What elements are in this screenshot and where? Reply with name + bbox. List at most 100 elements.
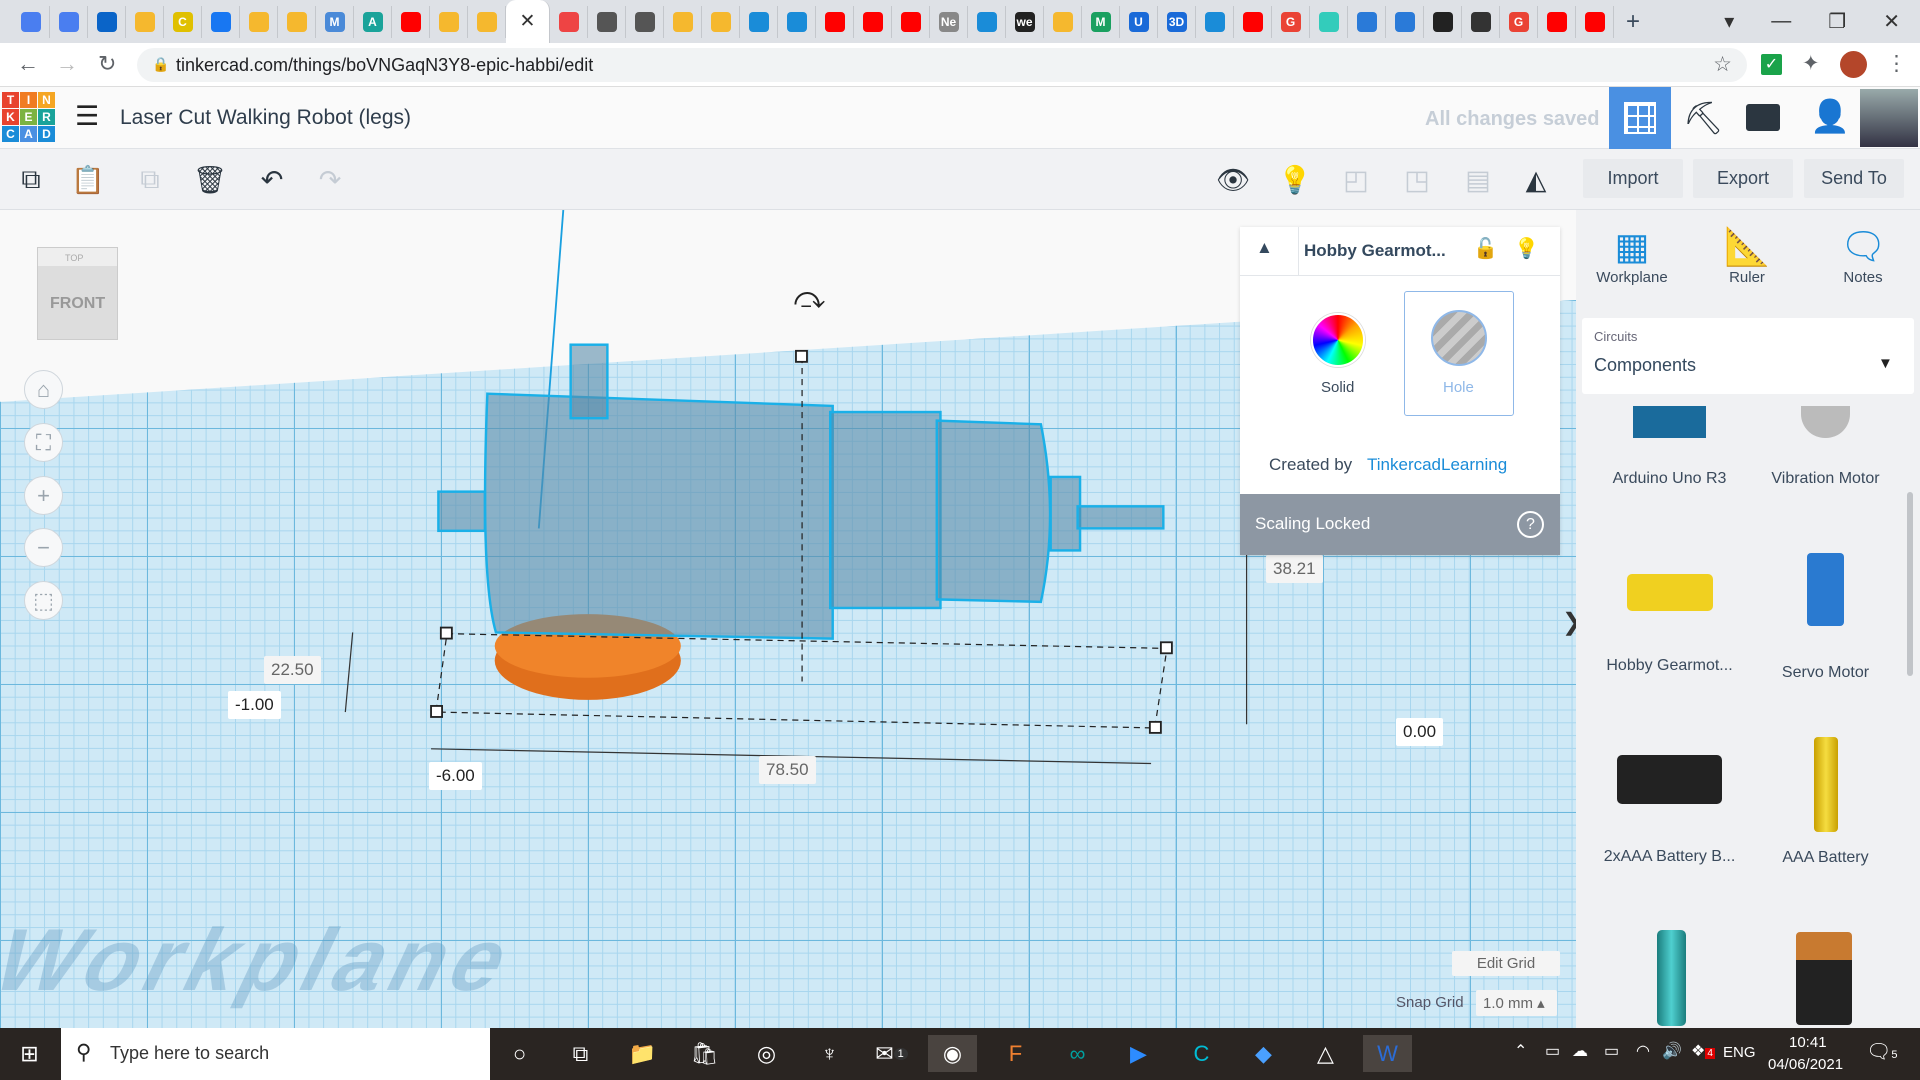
tab-c-logo[interactable]: C <box>164 5 202 38</box>
tab-youtube[interactable] <box>1538 5 1576 38</box>
briefcase-icon[interactable] <box>1746 104 1780 131</box>
tab-robot[interactable] <box>278 5 316 38</box>
extensions-puzzle-icon[interactable]: ✦ <box>1802 51 1820 76</box>
tab-m-hex[interactable]: M <box>316 5 354 38</box>
tab-google[interactable]: G <box>1272 5 1310 38</box>
fusion-icon[interactable]: F <box>991 1035 1040 1072</box>
back-button[interactable]: ← <box>17 51 39 77</box>
predator-icon[interactable]: ♆ <box>805 1035 854 1072</box>
tab-youtube[interactable] <box>854 5 892 38</box>
copy-icon[interactable]: ⧉ <box>10 159 52 201</box>
tab-youtube[interactable] <box>892 5 930 38</box>
tab-t-circle[interactable] <box>1196 5 1234 38</box>
tab-layers[interactable] <box>1348 5 1386 38</box>
tab-ne[interactable]: Ne <box>930 5 968 38</box>
battery-icon[interactable]: ▭ <box>1604 1041 1619 1061</box>
import-button[interactable]: Import <box>1583 159 1683 198</box>
component-arduino[interactable]: Arduino Uno R3 <box>1591 406 1748 488</box>
tab-3d[interactable]: 3D <box>1158 5 1196 38</box>
tab-t-circle[interactable] <box>740 5 778 38</box>
length-dimension-label[interactable]: 78.50 <box>759 756 816 784</box>
author-link[interactable]: TinkercadLearning <box>1367 455 1507 475</box>
language-indicator[interactable]: ENG <box>1723 1044 1756 1061</box>
tab-italic[interactable] <box>1424 5 1462 38</box>
tab-u-blue[interactable]: U <box>1120 5 1158 38</box>
undo-icon[interactable]: ↶ <box>251 159 293 201</box>
user-avatar[interactable] <box>1860 89 1918 147</box>
show-all-eye-icon[interactable]: 👁 <box>1212 159 1254 201</box>
tab-facebook[interactable] <box>202 5 240 38</box>
design-list-icon[interactable]: ☰ <box>75 101 99 132</box>
hole-option[interactable]: Hole <box>1404 291 1514 416</box>
collapse-triangle-icon[interactable]: ▲ <box>1256 238 1273 258</box>
duplicate-icon[interactable]: ⧉ <box>129 159 171 201</box>
arduino-icon[interactable]: ∞ <box>1053 1035 1102 1072</box>
extension-check-icon[interactable]: ✓ <box>1761 54 1782 75</box>
unlock-icon[interactable]: 🔓 <box>1473 236 1498 261</box>
tab-robot[interactable] <box>126 5 164 38</box>
onedrive-icon[interactable]: ☁ <box>1572 1041 1588 1061</box>
component-li-ion-battery[interactable] <box>1657 930 1686 1026</box>
tab-layers[interactable] <box>1386 5 1424 38</box>
tab-autodesk[interactable]: A <box>354 5 392 38</box>
export-button[interactable]: Export <box>1693 159 1793 198</box>
tab-youtube[interactable] <box>1234 5 1272 38</box>
meet-now-icon[interactable]: ▭ <box>1545 1041 1560 1061</box>
url-input[interactable]: 🔒 tinkercad.com/things/boVNGaqN3Y8-epic-… <box>137 48 1747 82</box>
tab-bug[interactable] <box>1462 5 1500 38</box>
component-vibration-motor[interactable]: Vibration Motor <box>1747 406 1904 488</box>
delete-trash-icon[interactable]: 🗑 <box>189 159 231 201</box>
tab-tinkercad[interactable] <box>550 5 588 38</box>
mail-icon[interactable]: ✉ 1 <box>867 1035 916 1072</box>
windows-start-icon[interactable]: ⊞ <box>5 1035 54 1072</box>
tab-t-circle[interactable] <box>968 5 1006 38</box>
tab-robot[interactable] <box>1044 5 1082 38</box>
store-icon[interactable]: 🛍 <box>680 1035 729 1072</box>
tab-search-icon[interactable]: ▾ <box>1724 9 1734 34</box>
tab-robot[interactable] <box>430 5 468 38</box>
tab-we[interactable]: we <box>1006 5 1044 38</box>
notes-tool[interactable]: 🗨 Notes <box>1814 225 1912 286</box>
design-title[interactable]: Laser Cut Walking Robot (legs) <box>120 106 411 130</box>
workplane-tool[interactable]: ▦ Workplane <box>1583 225 1681 286</box>
dropbox-icon[interactable]: ❖ 4 <box>1691 1041 1715 1061</box>
pickaxe-icon[interactable]: ⛏ <box>1683 99 1724 137</box>
tab-globe[interactable] <box>588 5 626 38</box>
tab-cube[interactable] <box>1310 5 1348 38</box>
volume-icon[interactable]: 🔊 <box>1662 1041 1682 1061</box>
lightbulb-visibility-icon[interactable]: 💡 <box>1514 236 1539 261</box>
tinkercad-logo[interactable]: TIN KER CAD <box>2 92 55 142</box>
tab-t-circle[interactable] <box>778 5 816 38</box>
tab-robot[interactable] <box>468 5 506 38</box>
shape-name[interactable]: Hobby Gearmot... <box>1304 241 1446 261</box>
browser-menu-icon[interactable]: ⋮ <box>1886 51 1907 76</box>
reload-button[interactable]: ↻ <box>98 51 116 77</box>
solid-color-swatch[interactable] <box>1311 313 1365 367</box>
group-icon[interactable]: ◰ <box>1335 159 1377 201</box>
triangle-app-icon[interactable]: △ <box>1301 1035 1350 1072</box>
taskbar-search-box[interactable]: ⚲ Type here to search <box>61 1028 490 1080</box>
clock-time[interactable]: 10:41 <box>1789 1034 1827 1051</box>
component-servo-motor[interactable]: Servo Motor <box>1747 553 1904 682</box>
close-window-button[interactable]: ✕ <box>1883 9 1900 34</box>
solid-label[interactable]: Solid <box>1321 379 1354 396</box>
tab-google[interactable]: G <box>1500 5 1538 38</box>
height-dimension-label[interactable]: 22.50 <box>264 656 321 684</box>
component-aaa-battery[interactable]: AAA Battery <box>1747 737 1904 867</box>
tab-youtube[interactable] <box>392 5 430 38</box>
3d-view-button[interactable] <box>1609 87 1671 149</box>
panel-collapse-chevron-icon[interactable]: ❯ <box>1562 608 1576 637</box>
edit-grid-button[interactable]: Edit Grid <box>1452 951 1560 976</box>
steam-icon[interactable]: ◎ <box>742 1035 791 1072</box>
tab-google-translate[interactable] <box>12 5 50 38</box>
z-height-dimension-label[interactable]: 38.21 <box>1266 555 1323 583</box>
component-2xaaa-battery[interactable]: 2xAAA Battery B... <box>1591 755 1748 866</box>
c-app-icon[interactable]: C <box>1177 1035 1226 1072</box>
tab-youtube[interactable] <box>1576 5 1614 38</box>
active-tab-close-button[interactable]: ✕ <box>506 0 550 43</box>
elevation-dimension-input[interactable]: -1.00 <box>228 691 281 719</box>
task-view-icon[interactable]: ⧉ <box>556 1035 605 1072</box>
rotate-handle-icon[interactable]: ⤼ <box>794 282 825 315</box>
clock-date[interactable]: 04/06/2021 <box>1768 1056 1843 1073</box>
align-icon[interactable]: ▤ <box>1457 159 1499 201</box>
